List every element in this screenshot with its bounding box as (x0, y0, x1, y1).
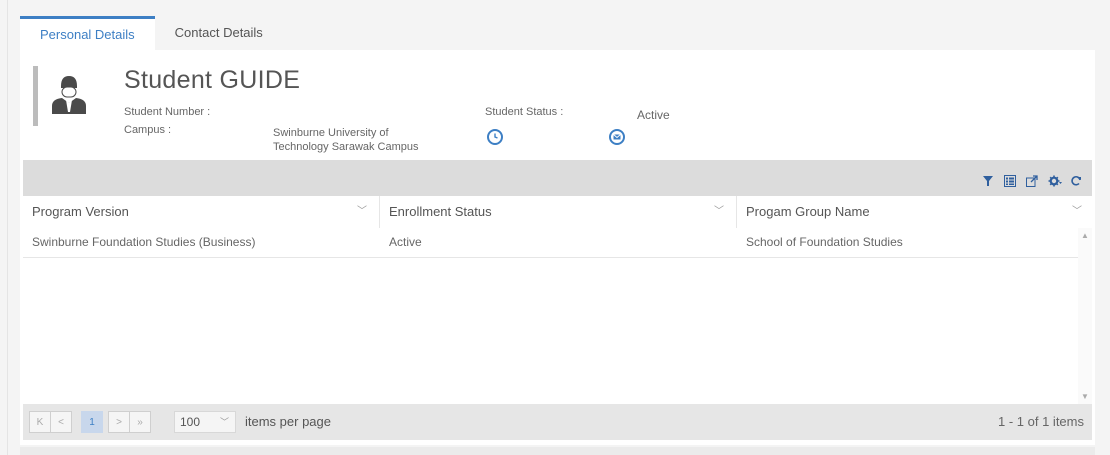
last-page-button[interactable]: » (129, 411, 151, 433)
chevron-down-icon[interactable]: ﹀ (1072, 196, 1082, 228)
pager: K < 1 > » 100 ﹀ items per page 1 - 1 of … (23, 404, 1092, 440)
student-card: Student GUIDE Student Number : Campus : … (20, 50, 1095, 445)
chevron-down-icon[interactable]: ﹀ (357, 196, 367, 228)
refresh-icon[interactable] (1070, 174, 1082, 186)
student-avatar-icon (52, 72, 86, 114)
column-header-label: Enrollment Status (389, 204, 492, 219)
cell-program-group-name: School of Foundation Studies (746, 235, 903, 249)
page-left-border (7, 0, 8, 455)
student-number-label: Student Number : (124, 106, 211, 118)
tab-personal-details[interactable]: Personal Details (20, 16, 155, 50)
item-count: 1 - 1 of 1 items (998, 414, 1084, 429)
chevron-down-icon[interactable]: ﹀ (714, 196, 724, 228)
tab-contact-details[interactable]: Contact Details (155, 16, 283, 50)
filter-icon[interactable] (982, 174, 994, 186)
current-page-button[interactable]: 1 (81, 411, 103, 433)
scroll-down-icon[interactable]: ▼ (1081, 392, 1089, 401)
student-title: Student GUIDE (124, 66, 301, 94)
scroll-up-icon[interactable]: ▲ (1081, 231, 1089, 240)
avatar-accent-bar (33, 66, 38, 126)
items-per-page-label: items per page (245, 414, 331, 429)
campus-value-line1: Swinburne University of (273, 127, 389, 139)
vertical-scrollbar[interactable]: ▲ ▼ (1078, 228, 1092, 404)
export-icon[interactable] (1026, 174, 1038, 187)
column-header-label: Program Version (32, 204, 129, 219)
settings-icon[interactable] (1048, 174, 1062, 187)
column-chooser-icon[interactable] (1004, 174, 1016, 187)
campus-label: Campus : (124, 124, 172, 136)
student-status-value: Active (637, 108, 670, 122)
mail-icon[interactable] (609, 129, 625, 145)
cell-enrollment-status: Active (389, 235, 422, 249)
first-page-button[interactable]: K (29, 411, 51, 433)
page-size-value: 100 (180, 415, 201, 429)
clock-icon[interactable] (487, 129, 503, 145)
student-status-label: Student Status : (485, 106, 564, 118)
column-header-program-version[interactable]: Program Version ﹀ (23, 196, 379, 228)
chevron-down-icon: ﹀ (219, 417, 229, 427)
cell-program-version: Swinburne Foundation Studies (Business) (32, 235, 256, 249)
grid-toolbar (23, 160, 1092, 196)
tab-bar: Personal Details Contact Details (20, 16, 283, 50)
table-row[interactable]: Swinburne Foundation Studies (Business) … (23, 228, 1092, 258)
column-header-program-group-name[interactable]: Progam Group Name ﹀ (737, 196, 1092, 228)
column-header-label: Progam Group Name (746, 204, 870, 219)
next-page-button[interactable]: > (108, 411, 130, 433)
bottom-strip (20, 447, 1095, 455)
prev-page-button[interactable]: < (50, 411, 72, 433)
grid-body: Swinburne Foundation Studies (Business) … (23, 228, 1092, 404)
column-header-enrollment-status[interactable]: Enrollment Status ﹀ (380, 196, 736, 228)
campus-value-line2: Technology Sarawak Campus (273, 141, 419, 153)
grid-header: Program Version ﹀ Enrollment Status ﹀ Pr… (23, 196, 1092, 229)
page-size-select[interactable]: 100 ﹀ (174, 411, 236, 433)
